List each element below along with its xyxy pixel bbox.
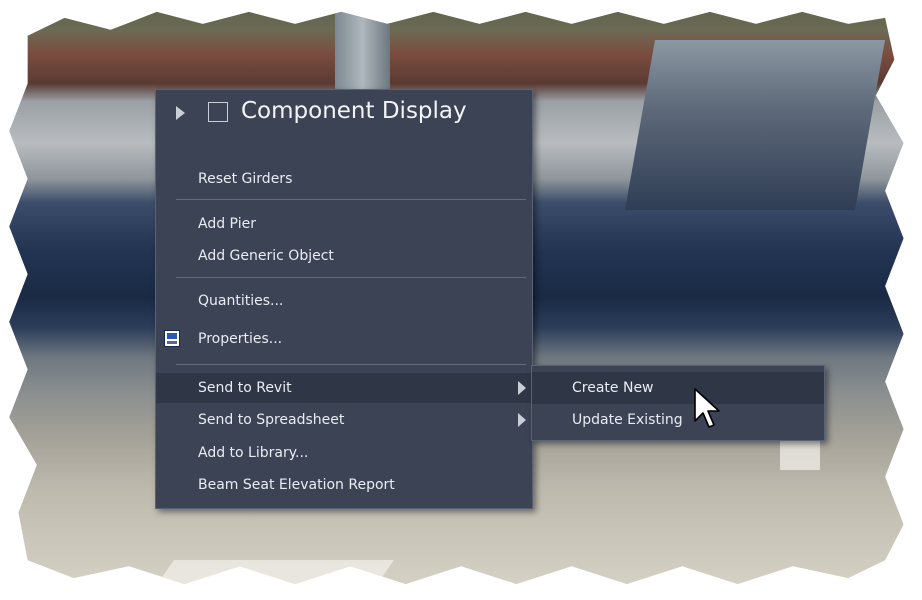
component-display-header[interactable]: Component Display (156, 90, 532, 138)
checkbox-icon[interactable] (208, 102, 228, 122)
submenu-arrow-icon (518, 413, 526, 427)
component-display-title: Component Display (241, 98, 467, 124)
road-marking (780, 440, 820, 470)
menu-item-add-pier[interactable]: Add Pier (156, 209, 532, 239)
menu-item-properties[interactable]: Properties... (156, 324, 532, 354)
mouse-pointer-icon (694, 388, 720, 428)
submenu-item-update-existing[interactable]: Update Existing (532, 404, 824, 436)
submenu-item-label: Create New (572, 380, 654, 396)
triangle-right-icon[interactable] (176, 106, 185, 120)
submenu-item-label: Update Existing (572, 412, 683, 428)
context-menu: Component Display Reset Girders Add Pier… (155, 89, 533, 509)
menu-separator (176, 277, 526, 278)
menu-item-label: Send to Spreadsheet (198, 412, 345, 428)
menu-item-label: Properties... (198, 331, 283, 347)
menu-item-send-to-spreadsheet[interactable]: Send to Spreadsheet (156, 405, 532, 435)
menu-item-label: Reset Girders (198, 171, 293, 187)
menu-item-label: Send to Revit (198, 380, 292, 396)
menu-item-reset-girders[interactable]: Reset Girders (156, 164, 532, 194)
menu-item-quantities[interactable]: Quantities... (156, 286, 532, 316)
menu-item-add-to-library[interactable]: Add to Library... (156, 438, 532, 468)
menu-item-add-generic-object[interactable]: Add Generic Object (156, 241, 532, 271)
menu-item-label: Add Pier (198, 216, 256, 232)
road-marking (145, 560, 395, 585)
send-to-revit-submenu: Create New Update Existing (531, 365, 825, 441)
menu-item-send-to-revit[interactable]: Send to Revit (156, 373, 532, 403)
menu-item-beam-seat-elevation-report[interactable]: Beam Seat Elevation Report (156, 470, 532, 500)
submenu-item-create-new[interactable]: Create New (532, 372, 824, 404)
menu-item-label: Beam Seat Elevation Report (198, 477, 395, 493)
menu-separator (176, 364, 526, 365)
submenu-arrow-icon (518, 381, 526, 395)
properties-icon (164, 330, 180, 347)
menu-item-label: Add to Library... (198, 445, 309, 461)
menu-separator (176, 199, 526, 200)
menu-item-label: Add Generic Object (198, 248, 334, 264)
abutment-block (625, 40, 885, 210)
menu-item-label: Quantities... (198, 293, 284, 309)
